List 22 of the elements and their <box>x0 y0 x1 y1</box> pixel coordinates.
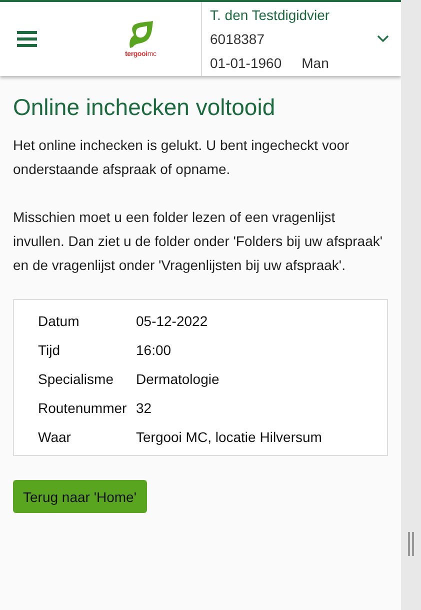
patient-number: 6018387 <box>210 30 266 49</box>
page-title: Online inchecken voltooid <box>13 94 276 121</box>
paragraph: Misschien moet u een folder lezen of een vragenlijst invullen. Dan ziet u de folder onder 'Folders bij uw afspraak' en de vragenlijst onder 'Vragenlijsten bij uw afspraak'. <box>13 208 384 275</box>
birth-date: 01-01-1960 <box>210 54 282 73</box>
leaf-icon <box>128 20 154 48</box>
home-button[interactable]: Terug naar 'Home' <box>13 480 147 513</box>
paragraph: Het online inchecken is gelukt. U bent ingecheckt voor onderstaande afspraak of opname. <box>13 136 350 179</box>
detail-label: Waar <box>38 428 72 444</box>
detail-label: Tijd <box>38 342 62 358</box>
gender: Man <box>302 54 329 73</box>
patient-name: T. den Testdigidvier <box>210 6 331 25</box>
detail-label: Routenummer <box>38 400 128 416</box>
resize-handle-icon[interactable] <box>408 532 414 556</box>
menu-icon[interactable] <box>17 31 37 47</box>
detail-value: 32 <box>136 400 152 416</box>
detail-value: Tergooi MC, locatie Hilversum <box>136 428 322 444</box>
detail-value: 05-12-2022 <box>136 312 208 328</box>
detail-label: Datum <box>38 312 80 328</box>
detail-value: Dermatologie <box>136 370 220 386</box>
detail-value: 16:00 <box>136 342 172 358</box>
detail-label: Specialisme <box>38 370 114 386</box>
chevron-icon[interactable] <box>377 35 389 43</box>
